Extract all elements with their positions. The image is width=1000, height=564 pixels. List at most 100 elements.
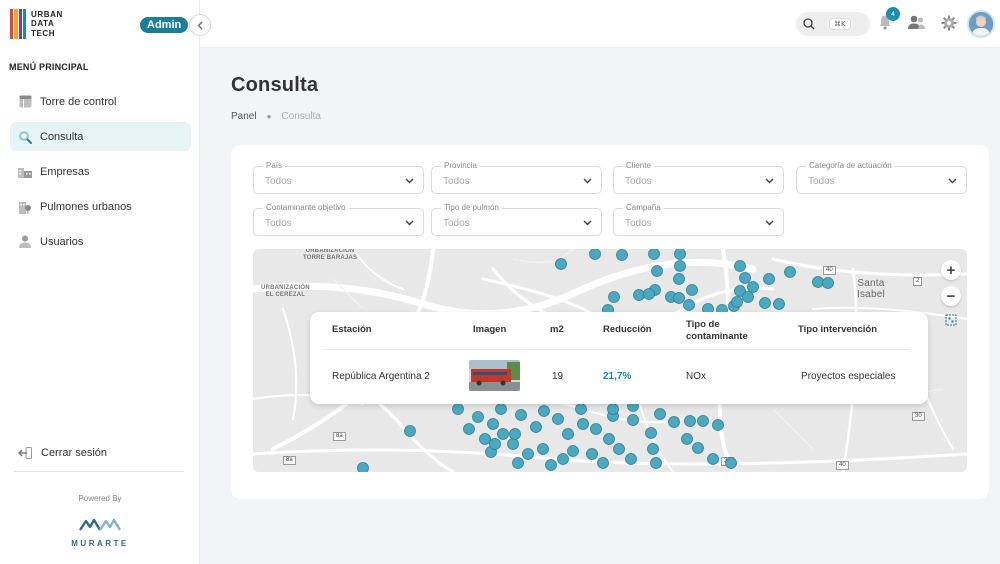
sidebar-item-usuarios[interactable]: Usuarios (10, 227, 191, 256)
station-marker[interactable] (633, 289, 645, 301)
station-marker[interactable] (603, 433, 615, 445)
station-marker[interactable] (625, 453, 637, 465)
category-select[interactable]: Categoría de actuación Todos (796, 161, 967, 194)
station-marker[interactable] (512, 457, 524, 469)
logout-button[interactable]: Cerrar sesión (18, 447, 107, 459)
station-marker[interactable] (651, 265, 663, 277)
station-marker[interactable] (739, 272, 751, 284)
partner-logo[interactable]: MURARTE (0, 518, 200, 548)
brand-logo[interactable]: URBAN DATA TECH (10, 9, 63, 39)
station-marker[interactable] (452, 403, 464, 415)
country-select[interactable]: País Todos (253, 161, 424, 194)
station-marker[interactable] (681, 433, 693, 445)
station-marker[interactable] (613, 443, 625, 455)
station-marker[interactable] (590, 423, 602, 435)
station-marker[interactable] (668, 416, 680, 428)
sidebar-item-empresas[interactable]: Empresas (10, 157, 191, 186)
station-marker[interactable] (487, 418, 499, 430)
station-marker[interactable] (674, 260, 686, 272)
station-marker[interactable] (822, 277, 834, 289)
sidebar-item-pulmones-urbanos[interactable]: Pulmones urbanos (10, 192, 191, 221)
station-marker[interactable] (683, 299, 695, 311)
station-marker[interactable] (357, 462, 369, 473)
station-marker[interactable] (712, 419, 724, 431)
station-marker[interactable] (692, 442, 704, 454)
station-marker[interactable] (654, 408, 666, 420)
station-marker[interactable] (515, 409, 527, 421)
station-marker[interactable] (463, 423, 475, 435)
station-marker[interactable] (489, 438, 501, 450)
station-marker[interactable] (725, 457, 737, 469)
sidebar-item-consulta[interactable]: Consulta (10, 122, 191, 151)
station-marker[interactable] (509, 428, 521, 440)
collapse-sidebar-button[interactable] (189, 14, 211, 36)
station-marker[interactable] (538, 405, 550, 417)
station-marker[interactable] (472, 411, 484, 423)
sidebar-item-torre-de-control[interactable]: Torre de control (10, 87, 191, 116)
station-marker[interactable] (555, 258, 567, 270)
station-marker[interactable] (557, 453, 569, 465)
layers-icon (945, 314, 957, 326)
zoom-in-button[interactable]: + (941, 260, 961, 280)
station-marker[interactable] (586, 448, 598, 460)
station-thumbnail[interactable] (469, 360, 520, 391)
station-marker[interactable] (742, 291, 754, 303)
station-marker[interactable] (673, 273, 685, 285)
station-marker[interactable] (697, 415, 709, 427)
station-marker[interactable] (404, 425, 416, 437)
station-marker[interactable] (479, 433, 491, 445)
station-marker[interactable] (650, 457, 662, 469)
search-icon (803, 18, 815, 30)
station-marker[interactable] (647, 443, 659, 455)
station-marker[interactable] (763, 273, 775, 285)
station-marker[interactable] (773, 298, 785, 310)
station-marker[interactable] (734, 260, 746, 272)
station-marker[interactable] (645, 427, 657, 439)
station-marker[interactable] (567, 445, 579, 457)
station-marker[interactable] (562, 428, 574, 440)
station-marker[interactable] (674, 249, 686, 260)
station-marker[interactable] (597, 457, 609, 469)
station-marker[interactable] (812, 276, 824, 288)
station-marker[interactable] (627, 414, 639, 426)
client-select[interactable]: Cliente Todos (613, 161, 784, 194)
station-marker[interactable] (684, 415, 696, 427)
settings-button[interactable] (941, 15, 957, 36)
station-marker[interactable] (495, 403, 507, 415)
station-marker[interactable] (616, 249, 628, 261)
station-marker[interactable] (707, 453, 719, 465)
province-select[interactable]: Provincia Todos (431, 161, 602, 194)
search-button[interactable]: ⌘K (796, 12, 870, 36)
station-marker[interactable] (608, 291, 620, 303)
station-marker[interactable] (552, 413, 564, 425)
brand-name: URBAN DATA TECH (31, 9, 63, 38)
station-marker[interactable] (507, 438, 519, 450)
station-marker[interactable] (577, 418, 589, 430)
station-marker[interactable] (575, 403, 587, 415)
station-marker[interactable] (731, 296, 743, 308)
breadcrumb-link-panel[interactable]: Panel (231, 111, 257, 122)
users-button[interactable] (908, 15, 925, 35)
station-marker[interactable] (607, 403, 619, 415)
lung-type-select-label: Tipo de pulmón (441, 203, 502, 212)
station-marker[interactable] (784, 266, 796, 278)
user-avatar[interactable] (967, 10, 995, 38)
station-marker[interactable] (522, 448, 534, 460)
station-marker[interactable] (686, 284, 698, 296)
station-marker[interactable] (648, 249, 660, 260)
zoom-out-button[interactable]: − (941, 286, 961, 306)
campaign-select[interactable]: Campaña Todos (613, 203, 784, 236)
lung-type-select[interactable]: Tipo de pulmón Todos (431, 203, 602, 236)
station-marker[interactable] (673, 292, 685, 304)
station-marker[interactable] (747, 281, 759, 293)
pollutant-select[interactable]: Contaminante objetivo Todos (253, 203, 424, 236)
station-marker[interactable] (643, 288, 655, 300)
station-marker[interactable] (589, 249, 601, 260)
station-marker[interactable] (497, 428, 509, 440)
station-marker[interactable] (759, 297, 771, 309)
station-marker[interactable] (545, 459, 557, 471)
station-marker[interactable] (530, 421, 542, 433)
station-marker[interactable] (537, 443, 549, 455)
column-header-reduction: Reducción (603, 324, 652, 335)
map-layers-button[interactable] (941, 310, 961, 330)
